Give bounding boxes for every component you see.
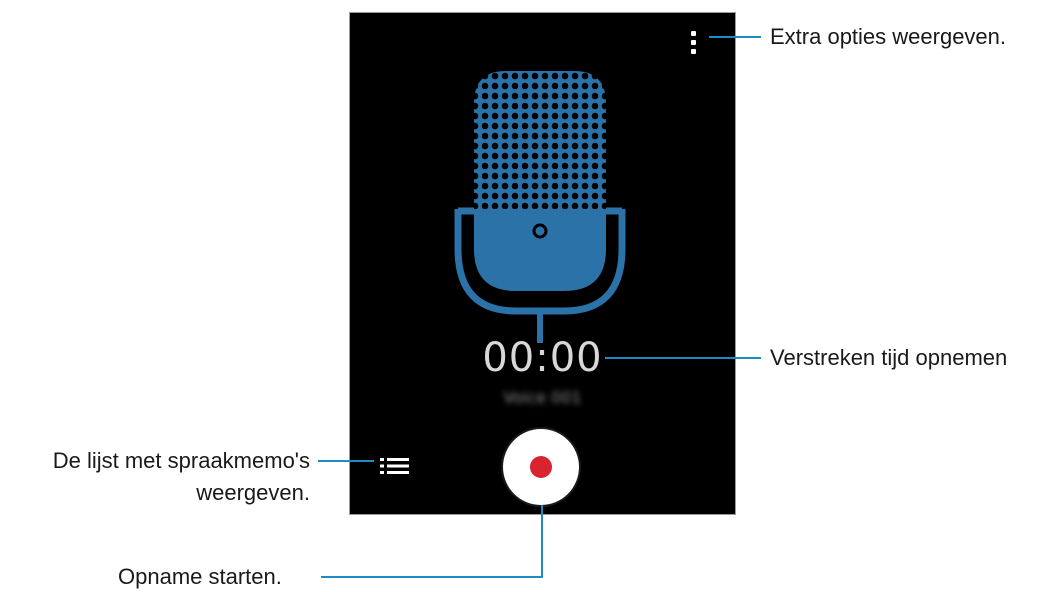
- record-icon: [530, 456, 552, 478]
- callout-line-elapsed-time: [605, 357, 761, 359]
- more-options-icon-dot: [690, 48, 696, 54]
- recording-filename: Voice 001: [503, 388, 582, 407]
- more-options-icon-dot: [690, 39, 696, 45]
- callout-more-options: Extra opties weergeven.: [770, 24, 1007, 49]
- callout-list-line1: De lijst met spraakmemo's: [52, 448, 310, 473]
- callout-line-list: [318, 460, 374, 462]
- more-options-button[interactable]: [680, 25, 706, 59]
- record-button[interactable]: [503, 429, 579, 505]
- more-options-icon-dot: [690, 30, 696, 36]
- callout-line-more-options: [709, 36, 761, 38]
- microphone-icon: [454, 71, 626, 343]
- callout-line-record-vertical: [541, 505, 543, 578]
- voice-recorder-screen: 00:00 Voice 001: [349, 12, 736, 515]
- callout-list-line2: weergeven.: [196, 480, 310, 505]
- voice-memo-list-button[interactable]: [380, 456, 412, 476]
- callout-record: Opname starten.: [118, 564, 282, 589]
- callout-elapsed-time: Verstreken tijd opnemen: [770, 345, 1008, 370]
- callout-line-record-horizontal: [321, 576, 543, 578]
